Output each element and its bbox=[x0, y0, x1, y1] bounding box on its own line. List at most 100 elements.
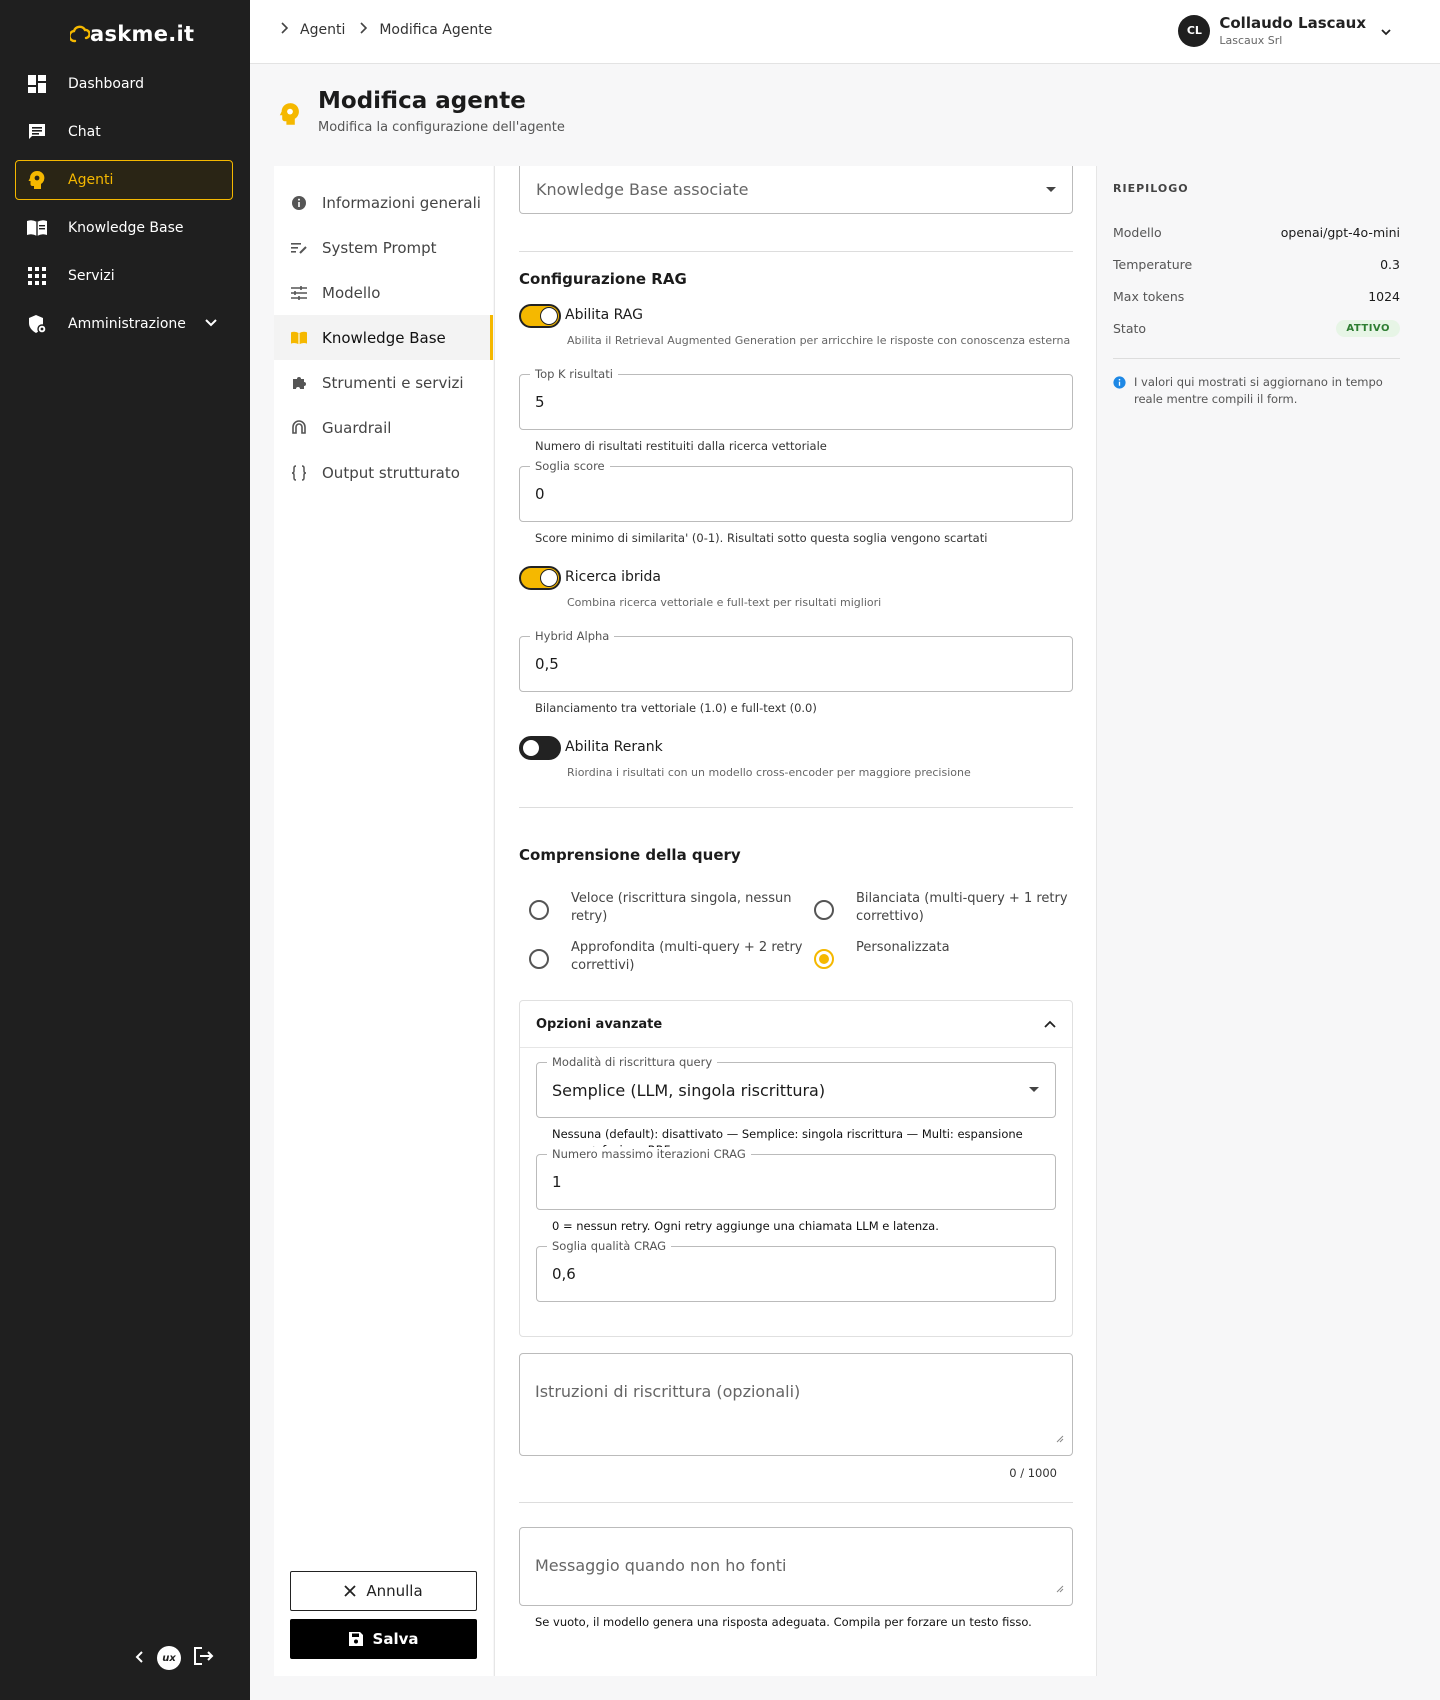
tab-guardrail[interactable]: Guardrail bbox=[274, 405, 493, 450]
page-subtitle: Modifica la configurazione dell'agente bbox=[318, 120, 565, 135]
tab-system-prompt[interactable]: System Prompt bbox=[274, 225, 493, 270]
tab-modello[interactable]: Modello bbox=[274, 270, 493, 315]
score-label: Soglia score bbox=[530, 459, 610, 473]
summary-key: Modello bbox=[1113, 224, 1162, 240]
radio-button[interactable] bbox=[529, 949, 549, 970]
nav-item-label: Amministrazione bbox=[68, 316, 186, 332]
rewrite-instructions-textarea[interactable]: Istruzioni di riscrittura (opzionali) bbox=[519, 1353, 1073, 1456]
chevron-right-icon bbox=[280, 22, 289, 38]
caret-down-icon bbox=[1046, 187, 1056, 192]
nav-item-chat[interactable]: Chat bbox=[15, 112, 233, 152]
crag-quality-field[interactable]: Soglia qualità CRAG 0,6 bbox=[536, 1239, 1056, 1302]
breadcrumb-item-current: Modifica Agente bbox=[379, 22, 493, 38]
kb-select[interactable]: Knowledge Base associate bbox=[519, 166, 1073, 214]
book-icon bbox=[26, 217, 48, 239]
save-button[interactable]: Salva bbox=[290, 1619, 477, 1659]
chevron-down-icon[interactable] bbox=[1380, 21, 1392, 40]
advanced-options-header[interactable]: Opzioni avanzate bbox=[520, 1001, 1072, 1048]
top-k-field[interactable]: Top K risultati 5 bbox=[519, 367, 1073, 430]
crag-quality-value: 0,6 bbox=[552, 1265, 576, 1283]
rewrite-mode-label: Modalità di riscrittura query bbox=[547, 1055, 718, 1069]
no-sources-placeholder: Messaggio quando non ho fonti bbox=[535, 1556, 787, 1575]
dashboard-icon bbox=[26, 73, 48, 95]
score-help: Score minimo di similarita' (0-1). Risul… bbox=[535, 531, 988, 545]
crag-iter-label: Numero massimo iterazioni CRAG bbox=[547, 1147, 751, 1161]
radio-button[interactable] bbox=[529, 900, 549, 920]
rerank-control: Abilita Rerank Riordina i risultati con … bbox=[519, 736, 1073, 779]
no-sources-textarea[interactable]: Messaggio quando non ho fonti bbox=[519, 1527, 1073, 1606]
info-icon bbox=[290, 194, 308, 212]
radio-bilanciata[interactable]: Bilanciata (multi-query + 1 retry corret… bbox=[804, 890, 1073, 925]
section-nav: Informazioni generali System Prompt Mode… bbox=[274, 166, 493, 1676]
guardrail-icon bbox=[290, 419, 308, 437]
ux-logo-icon[interactable]: ux bbox=[157, 1646, 181, 1670]
prompt-icon bbox=[290, 239, 308, 257]
crag-iter-help: 0 = nessun retry. Ogni retry aggiunge un… bbox=[552, 1219, 939, 1233]
breadcrumb-item-agenti[interactable]: Agenti bbox=[300, 22, 345, 38]
radio-personalizzata[interactable]: Personalizzata bbox=[804, 939, 1073, 974]
tab-informazioni-generali[interactable]: Informazioni generali bbox=[274, 180, 493, 225]
nav-item-label: Dashboard bbox=[68, 76, 144, 92]
chevron-right-icon bbox=[359, 22, 368, 38]
summary-note-text: I valori qui mostrati si aggiornano in t… bbox=[1134, 375, 1383, 407]
nav-item-dashboard[interactable]: Dashboard bbox=[15, 64, 233, 104]
score-field[interactable]: Soglia score 0 bbox=[519, 459, 1073, 522]
breadcrumb: Agenti Modifica Agente bbox=[280, 22, 506, 38]
tab-output-strutturato[interactable]: Output strutturato bbox=[274, 450, 493, 495]
logout-icon[interactable] bbox=[193, 1646, 215, 1670]
logo[interactable]: askme.it bbox=[70, 22, 194, 46]
radio-button[interactable] bbox=[814, 949, 834, 970]
alpha-help: Bilanciamento tra vettoriale (1.0) e ful… bbox=[535, 701, 817, 715]
hybrid-alpha-field[interactable]: Hybrid Alpha 0,5 bbox=[519, 629, 1073, 692]
nav-item-label: Agenti bbox=[68, 172, 114, 188]
top-k-value: 5 bbox=[535, 393, 545, 411]
grid-icon bbox=[26, 265, 48, 287]
tab-label: Informazioni generali bbox=[322, 193, 481, 212]
nav-item-label: Knowledge Base bbox=[68, 220, 184, 236]
sidebar-footer: ux bbox=[133, 1646, 215, 1670]
rewrite-mode-select[interactable]: Modalità di riscrittura query Semplice (… bbox=[536, 1055, 1056, 1118]
tab-strumenti-e-servizi[interactable]: Strumenti e servizi bbox=[274, 360, 493, 405]
tab-label: Guardrail bbox=[322, 418, 392, 437]
crag-iterations-field[interactable]: Numero massimo iterazioni CRAG 1 bbox=[536, 1147, 1056, 1210]
form-panel: Knowledge Base associate Configurazione … bbox=[494, 166, 1096, 1676]
page-title: Modifica agente bbox=[318, 88, 526, 114]
topbar: Agenti Modifica Agente CL Collaudo Lasca… bbox=[250, 0, 1440, 64]
tab-label: System Prompt bbox=[322, 238, 437, 257]
query-mode-radios: Veloce (riscrittura singola, nessun retr… bbox=[519, 890, 1073, 974]
chevron-down-icon[interactable] bbox=[204, 316, 218, 332]
resize-grip-icon[interactable] bbox=[1056, 1578, 1064, 1597]
summary-key: Max tokens bbox=[1113, 288, 1185, 304]
divider bbox=[519, 1502, 1073, 1503]
radio-approfondita[interactable]: Approfondita (multi-query + 2 retry corr… bbox=[519, 939, 804, 974]
collapse-sidebar-icon[interactable] bbox=[133, 1649, 145, 1668]
divider bbox=[519, 251, 1073, 252]
tab-knowledge-base[interactable]: Knowledge Base bbox=[274, 315, 493, 360]
nav-item-servizi[interactable]: Servizi bbox=[15, 256, 233, 296]
user-company: Lascaux Srl bbox=[1219, 34, 1283, 47]
rerank-toggle[interactable] bbox=[519, 736, 561, 760]
nav-item-label: Chat bbox=[68, 124, 101, 140]
user-menu[interactable]: CL Collaudo Lascaux Lascaux Srl bbox=[1178, 14, 1392, 47]
tab-label: Strumenti e servizi bbox=[322, 373, 464, 392]
summary-key: Temperature bbox=[1113, 256, 1193, 272]
summary-row: Stato ATTIVO bbox=[1113, 312, 1400, 344]
nav-item-agenti[interactable]: Agenti bbox=[15, 160, 233, 200]
divider bbox=[519, 807, 1073, 808]
user-info: Collaudo Lascaux Lascaux Srl bbox=[1219, 14, 1366, 47]
chevron-up-icon[interactable] bbox=[1044, 1017, 1056, 1032]
nav-item-amministrazione[interactable]: Amministrazione bbox=[15, 304, 233, 344]
radio-veloce[interactable]: Veloce (riscrittura singola, nessun retr… bbox=[519, 890, 804, 925]
nav-item-knowledge-base[interactable]: Knowledge Base bbox=[15, 208, 233, 248]
braces-icon bbox=[290, 464, 308, 482]
radio-button[interactable] bbox=[814, 900, 834, 920]
resize-grip-icon[interactable] bbox=[1056, 1428, 1064, 1447]
puzzle-icon bbox=[290, 374, 308, 392]
hybrid-search-toggle[interactable] bbox=[519, 566, 561, 590]
info-icon bbox=[1113, 376, 1126, 409]
summary-panel: RIEPILOGO Modello openai/gpt-4o-mini Tem… bbox=[1096, 166, 1416, 1676]
cancel-button[interactable]: Annulla bbox=[290, 1571, 477, 1611]
rewrite-instructions-group: Istruzioni di riscrittura (opzionali) 0 … bbox=[519, 1353, 1073, 1480]
tab-label: Modello bbox=[322, 283, 381, 302]
enable-rag-toggle[interactable] bbox=[519, 304, 561, 328]
